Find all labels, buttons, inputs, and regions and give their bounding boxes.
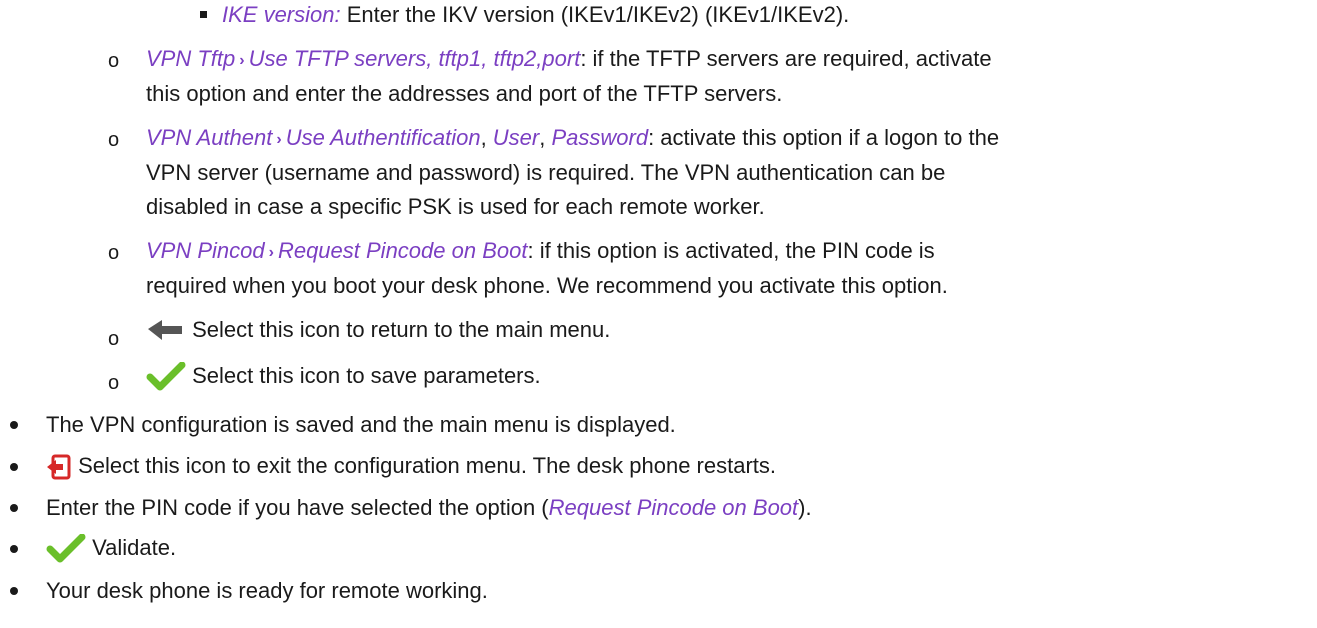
bullet-ready: Your desk phone is ready for remote work… — [46, 578, 488, 603]
ike-version-term: IKE version: — [222, 2, 341, 27]
vpn-authent-opt-2: User — [492, 125, 540, 150]
comma: , — [480, 125, 493, 150]
bullet-exit-text: Select this icon to exit the configurati… — [78, 453, 777, 478]
circle-bullet-marker: o — [108, 372, 120, 394]
vpn-authent-item: VPN Authent › Use Authentification, User, … — [146, 125, 999, 154]
bullet-marker — [10, 545, 18, 553]
vpn-tftp-desc-2: this option and enter the addresses and … — [146, 81, 783, 106]
circle-bullet-marker: o — [108, 129, 120, 151]
ike-version-item: IKE version: Enter the IKV version (IKEv… — [222, 2, 849, 28]
square-bullet-marker — [200, 11, 207, 18]
checkmark-icon — [46, 534, 86, 563]
back-arrow-icon — [148, 320, 182, 341]
vpn-tftp-desc-1: : if the TFTP servers are required, acti… — [580, 46, 992, 71]
vpn-authent-menu: VPN Authent — [146, 125, 273, 150]
vpn-tftp-options: Use TFTP servers, tftp1, tftp2,port — [248, 46, 581, 71]
save-item-text: Select this icon to save parameters. — [192, 362, 541, 388]
comma: , — [539, 125, 552, 150]
bullet-pin-pre: Enter the PIN code if you have selected … — [46, 495, 549, 520]
bullet-pin: Enter the PIN code if you have selected … — [46, 495, 812, 521]
vpn-authent-desc-3: disabled in case a specific PSK is used … — [146, 194, 765, 219]
vpn-pincod-menu: VPN Pincod — [146, 238, 265, 263]
bullet-marker — [10, 504, 18, 512]
vpn-pincod-option: Request Pincode on Boot — [277, 238, 528, 263]
circle-bullet-marker: o — [108, 242, 120, 264]
chevron-right-icon: › — [239, 52, 245, 69]
chevron-right-icon: › — [276, 131, 282, 148]
back-item: Select this icon to return to the main m… — [146, 317, 610, 344]
chevron-right-icon: › — [268, 244, 274, 261]
ike-version-text: Enter the IKV version (IKEv1/IKEv2) (IKE… — [340, 2, 850, 27]
bullet-validate-text: Validate. — [92, 534, 177, 560]
vpn-authent-desc-2: VPN server (username and password) is re… — [146, 160, 946, 185]
vpn-pincod-desc-2: required when you boot your desk phone. … — [146, 273, 948, 298]
bullet-marker — [10, 463, 18, 471]
checkmark-icon — [146, 362, 186, 391]
bullet-exit: Select this icon to exit the configurati… — [46, 453, 776, 480]
vpn-tftp-item: VPN Tftp › Use TFTP servers, tftp1, tftp2,… — [146, 46, 992, 75]
vpn-authent-opt-1: Use Authentification — [285, 125, 481, 150]
bullet-pin-post: ). — [798, 495, 812, 520]
bullet-saved: The VPN configuration is saved and the m… — [46, 412, 676, 437]
exit-icon — [47, 454, 71, 480]
bullet-pin-option: Request Pincode on Boot — [548, 495, 799, 520]
vpn-tftp-menu: VPN Tftp — [146, 46, 236, 71]
back-item-text: Select this icon to return to the main m… — [192, 317, 611, 342]
circle-bullet-marker: o — [108, 328, 120, 350]
bullet-validate: Validate. — [46, 534, 176, 564]
bullet-marker — [10, 421, 18, 429]
vpn-authent-desc-1: : activate this option if a logon to the — [648, 125, 1000, 150]
vpn-pincod-desc-1: : if this option is activated, the PIN c… — [527, 238, 935, 263]
circle-bullet-marker: o — [108, 50, 120, 72]
vpn-pincod-item: VPN Pincod › Request Pincode on Boot: if t… — [146, 238, 935, 267]
bullet-marker — [10, 587, 18, 595]
vpn-authent-opt-3: Password — [551, 125, 649, 150]
save-item: Select this icon to save parameters. — [146, 362, 541, 392]
